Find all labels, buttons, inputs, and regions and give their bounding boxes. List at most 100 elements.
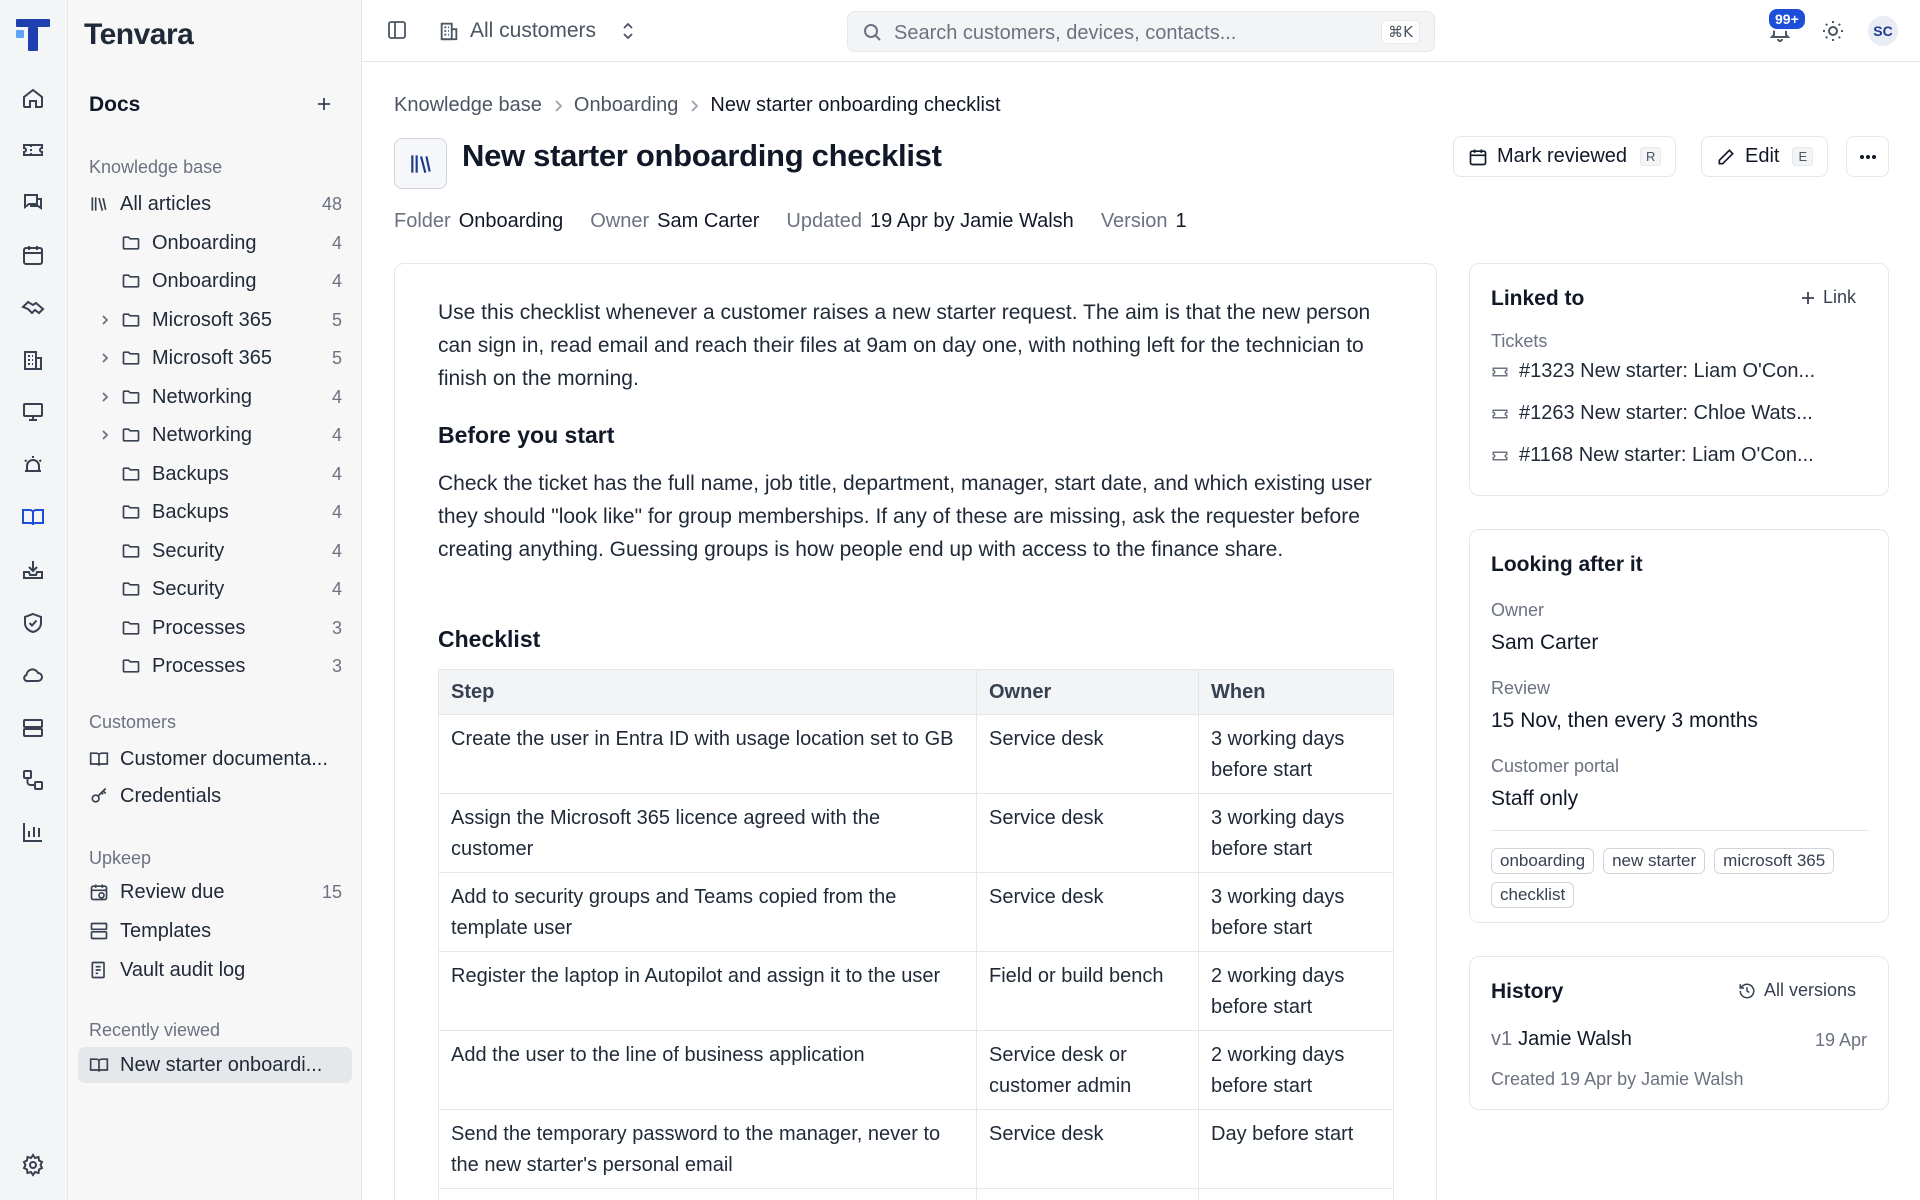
sidebar-item-label: New starter onboardi... bbox=[120, 1054, 323, 1076]
table-row: Send the temporary password to the manag… bbox=[438, 1109, 1394, 1189]
portal-label: Customer portal bbox=[1491, 756, 1620, 776]
tag[interactable]: checklist bbox=[1491, 882, 1575, 908]
all-versions-button[interactable]: All versions bbox=[1738, 980, 1856, 1001]
meta-owner-label: Owner bbox=[590, 210, 650, 232]
audit-log-icon bbox=[88, 959, 110, 981]
chat-icon[interactable] bbox=[19, 189, 47, 217]
all-versions-label: All versions bbox=[1763, 980, 1856, 1000]
folder-icon bbox=[120, 463, 142, 485]
sidebar-item-label: Customer documenta... bbox=[120, 748, 328, 770]
tenvara-logo[interactable] bbox=[14, 16, 52, 52]
global-search[interactable]: Search customers, devices, contacts... ⌘… bbox=[847, 11, 1435, 52]
sidebar-item-networking[interactable]: Networking 4 bbox=[78, 379, 352, 415]
folder-icon bbox=[120, 617, 142, 639]
sidebar-item-vault-audit-log[interactable]: Vault audit log bbox=[78, 952, 352, 988]
home-icon[interactable] bbox=[19, 84, 47, 112]
sidebar-item-onboarding[interactable]: Onboarding 4 bbox=[78, 225, 352, 261]
brand-name: Tenvara bbox=[84, 18, 194, 51]
folder-icon bbox=[120, 232, 142, 254]
before-heading: Before you start bbox=[438, 422, 615, 448]
alarm-icon[interactable] bbox=[19, 451, 47, 479]
folder-icon bbox=[120, 501, 142, 523]
building-icon bbox=[438, 20, 460, 42]
sidebar-item-count: 4 bbox=[331, 425, 342, 445]
add-doc-button[interactable] bbox=[312, 92, 336, 116]
sidebar-item-customer-documenta[interactable]: Customer documenta... bbox=[78, 741, 352, 777]
sidebar-item-count: 4 bbox=[331, 502, 342, 522]
upkeep-section-label: Upkeep bbox=[89, 848, 152, 868]
handshake-icon[interactable] bbox=[19, 293, 47, 321]
user-avatar[interactable]: SC bbox=[1868, 16, 1898, 46]
shield-check-icon[interactable] bbox=[19, 609, 47, 637]
sidebar-item-all-articles[interactable]: All articles 48 bbox=[78, 186, 352, 222]
sidebar-item-onboarding[interactable]: Onboarding 4 bbox=[78, 263, 352, 299]
sidebar-item-credentials[interactable]: Credentials bbox=[78, 778, 352, 814]
linked-ticket[interactable]: #1263 New starter: Chloe Wats... bbox=[1491, 402, 1813, 425]
theme-toggle-icon[interactable] bbox=[1821, 19, 1845, 43]
calendar-check-icon bbox=[1468, 147, 1488, 167]
owner-label: Owner bbox=[1491, 600, 1545, 620]
chart-icon[interactable] bbox=[19, 818, 47, 846]
tag[interactable]: new starter bbox=[1603, 848, 1706, 874]
tag[interactable]: microsoft 365 bbox=[1714, 848, 1835, 874]
sidebar-item-processes[interactable]: Processes 3 bbox=[78, 648, 352, 684]
portal-value: Staff only bbox=[1491, 787, 1579, 810]
inbox-download-icon[interactable] bbox=[19, 556, 47, 584]
table-cell: Field or build bench bbox=[976, 951, 1199, 1031]
sidebar-item-label: Onboarding bbox=[152, 231, 257, 254]
breadcrumb-item[interactable]: Onboarding bbox=[574, 94, 679, 117]
link-button[interactable]: Link bbox=[1801, 287, 1856, 308]
meta-updated-value: 19 Apr by Jamie Walsh bbox=[870, 210, 1074, 232]
linked-ticket[interactable]: #1323 New starter: Liam O'Con... bbox=[1491, 360, 1815, 383]
folder-icon bbox=[120, 386, 142, 408]
calendar-icon[interactable] bbox=[19, 241, 47, 269]
sidebar-item-label: Security bbox=[152, 578, 225, 600]
chevron-right-icon[interactable] bbox=[98, 390, 112, 404]
chevron-right-icon[interactable] bbox=[98, 428, 112, 442]
sidebar-item-networking[interactable]: Networking 4 bbox=[78, 417, 352, 453]
sidebar-item-count: 4 bbox=[331, 579, 342, 599]
monitor-icon[interactable] bbox=[19, 398, 47, 426]
checklist-table: Step Owner When Create the user in Entra I… bbox=[438, 669, 1394, 1200]
sidebar-item-new-starter-onboardi[interactable]: New starter onboardi... bbox=[78, 1047, 352, 1083]
sidebar-item-microsoft-365[interactable]: Microsoft 365 5 bbox=[78, 340, 352, 376]
sidebar-item-processes[interactable]: Processes 3 bbox=[78, 610, 352, 646]
meta-version-label: Version bbox=[1100, 210, 1168, 232]
book-icon[interactable] bbox=[19, 503, 47, 531]
chevron-right-icon[interactable] bbox=[98, 351, 112, 365]
settings-icon[interactable] bbox=[19, 1151, 47, 1179]
server-icon[interactable] bbox=[19, 714, 47, 742]
sidebar-item-label: Onboarding bbox=[152, 270, 257, 292]
cloud-icon[interactable] bbox=[19, 661, 47, 689]
sidebar-item-backups[interactable]: Backups 4 bbox=[78, 494, 352, 530]
meta-folder-value[interactable]: Onboarding bbox=[459, 210, 564, 233]
table-cell: Service desk bbox=[976, 872, 1199, 952]
mark-reviewed-button[interactable]: Mark reviewed R bbox=[1453, 136, 1677, 177]
sidebar-toggle-icon[interactable] bbox=[386, 19, 408, 41]
table-cell: Send the temporary password to the manag… bbox=[438, 1109, 977, 1189]
chevron-right-icon[interactable] bbox=[98, 313, 112, 327]
scope-label: All customers bbox=[470, 19, 597, 42]
history-entry[interactable]: v1 Jamie Walsh bbox=[1491, 1028, 1632, 1051]
sidebar-item-security[interactable]: Security 4 bbox=[78, 571, 352, 607]
sidebar-item-review-due[interactable]: Review due 15 bbox=[78, 874, 352, 910]
docs-sidebar: Tenvara Docs Knowledge base All articles… bbox=[68, 0, 362, 1200]
sidebar-item-templates[interactable]: Templates bbox=[78, 913, 352, 949]
workflow-icon[interactable] bbox=[19, 766, 47, 794]
tag-list: onboarding new starter microsoft 365 checkl… bbox=[1491, 848, 1871, 908]
sidebar-item-backups[interactable]: Backups 4 bbox=[78, 456, 352, 492]
more-actions-button[interactable] bbox=[1846, 136, 1889, 177]
breadcrumb-item[interactable]: Knowledge base bbox=[394, 94, 542, 117]
edit-button[interactable]: Edit E bbox=[1701, 136, 1829, 177]
chevron-up-down-icon bbox=[620, 21, 636, 41]
linked-ticket[interactable]: #1168 New starter: Liam O'Con... bbox=[1491, 444, 1814, 467]
sidebar-item-label: Backups bbox=[152, 501, 229, 523]
tag[interactable]: onboarding bbox=[1491, 848, 1595, 874]
sidebar-item-microsoft-365[interactable]: Microsoft 365 5 bbox=[78, 302, 352, 338]
customer-scope-selector[interactable]: All customers bbox=[438, 16, 636, 46]
ticket-icon[interactable] bbox=[19, 136, 47, 164]
history-version: v1 bbox=[1491, 1028, 1513, 1050]
sidebar-item-security[interactable]: Security 4 bbox=[78, 533, 352, 569]
building-icon[interactable] bbox=[19, 346, 47, 374]
folder-icon bbox=[120, 309, 142, 331]
